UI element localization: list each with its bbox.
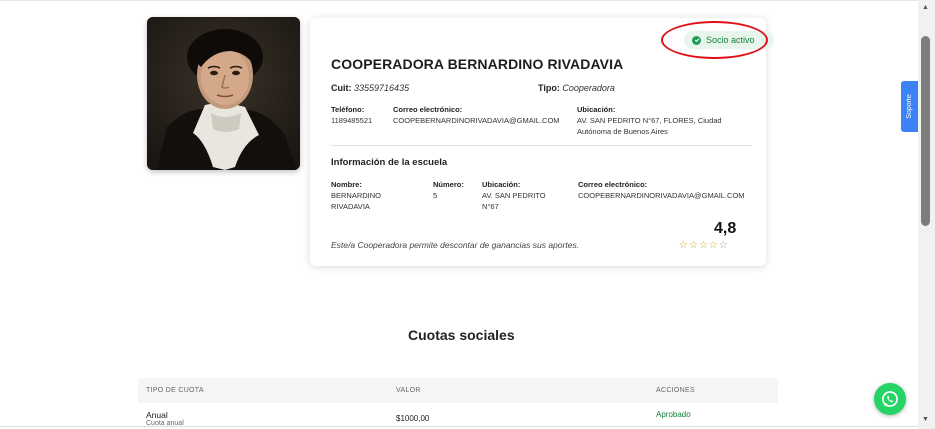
- rating-value: 4,8: [714, 220, 737, 237]
- divider: [331, 145, 752, 146]
- cuit-value: 33559716435: [354, 83, 410, 93]
- school-numero-label: Número:: [433, 180, 464, 189]
- school-nombre-line2: RIVADAVIA: [331, 202, 370, 211]
- whatsapp-icon: [882, 391, 898, 407]
- cuit-label: Cuit:: [331, 83, 352, 93]
- scroll-down-arrow-icon[interactable]: ▼: [922, 416, 929, 423]
- school-nombre-label: Nombre:: [331, 180, 362, 189]
- scrollbar-thumb[interactable]: [921, 36, 930, 226]
- correo-label: Correo electrónico:: [393, 105, 463, 114]
- school-section-title: Información de la escuela: [331, 157, 448, 168]
- ubicacion-line1: AV. SAN PEDRITO N°67, FLORES, Ciudad: [577, 116, 722, 125]
- star-icon: ☆: [698, 240, 709, 251]
- column-header-acciones: ACCIONES: [656, 387, 695, 394]
- telefono-value: 1189485521: [331, 116, 373, 125]
- school-ubicacion-line2: N°67: [482, 202, 499, 211]
- school-nombre-line1: BERNARDINO: [331, 191, 382, 200]
- top-divider: [0, 0, 918, 1]
- star-icon: ☆: [718, 240, 729, 251]
- star-icon: ☆: [679, 240, 689, 251]
- column-header-valor: VALOR: [396, 387, 421, 394]
- star-icon: ☆: [688, 240, 699, 251]
- school-correo-label: Correo electrónico:: [578, 180, 648, 189]
- cuit-field: Cuit: 33559716435: [331, 83, 409, 93]
- profile-photo: [147, 17, 300, 170]
- whatsapp-button[interactable]: [874, 383, 906, 415]
- tipo-field: Tipo: Cooperadora: [538, 83, 615, 93]
- star-icon: ☆: [708, 240, 719, 251]
- cuota-valor: $1000,00: [396, 414, 430, 423]
- scroll-up-arrow-icon[interactable]: ▲: [922, 4, 929, 11]
- table-header: TIPO DE CUOTA VALOR ACCIONES: [138, 378, 778, 403]
- soporte-label: Soporte: [906, 94, 913, 119]
- cuota-tipo: Anual: [146, 410, 168, 420]
- ubicacion-label: Ubicación:: [577, 105, 616, 114]
- correo-value[interactable]: COOPEBERNARDINORIVADAVIA@GMAIL.COM: [393, 115, 560, 126]
- cuotas-title: Cuotas sociales: [408, 327, 515, 343]
- school-ubicacion-label: Ubicación:: [482, 180, 521, 189]
- cooperadora-card: Socio activo COOPERADORA BERNARDINO RIVA…: [310, 18, 774, 266]
- school-ubicacion-line1: AV. SAN PEDRITO: [482, 191, 546, 200]
- cuota-accion-status: Aprobado: [656, 410, 691, 419]
- tipo-label: Tipo:: [538, 83, 560, 93]
- school-correo-value[interactable]: COOPEBERNARDINORIVADAVIA@GMAIL.COM: [578, 190, 745, 201]
- page-title: COOPERADORA BERNARDINO RIVADAVIA: [331, 56, 624, 72]
- tax-deduction-note: Este/a Cooperadora permite descontar de …: [331, 240, 580, 250]
- tipo-value: Cooperadora: [562, 83, 615, 93]
- school-numero-value: 5: [433, 191, 438, 200]
- rating-stars: ☆☆☆☆☆: [679, 240, 729, 251]
- table-row-divider: [0, 426, 918, 427]
- column-header-tipo: TIPO DE CUOTA: [146, 387, 204, 394]
- ubicacion-line2: Autónoma de Buenos Aires: [577, 127, 668, 136]
- telefono-label: Teléfono:: [331, 105, 365, 114]
- soporte-button[interactable]: Soporte: [901, 81, 918, 132]
- highlight-circle: [661, 21, 768, 59]
